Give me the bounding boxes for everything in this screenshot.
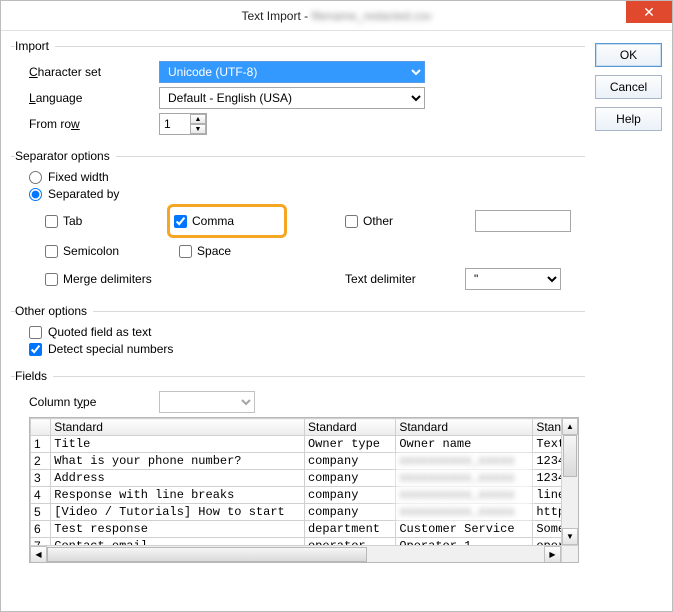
spin-down-icon[interactable]: ▼ bbox=[190, 124, 206, 134]
import-legend: Import bbox=[15, 39, 55, 53]
cell: company bbox=[304, 487, 395, 504]
cell: xxxxxxxxxx_xxxxx bbox=[396, 470, 533, 487]
import-group: Import CCharacter setharacter set Unicod… bbox=[11, 39, 585, 143]
cancel-button[interactable]: Cancel bbox=[595, 75, 662, 99]
cell: xxxxxxxxxx_xxxxx bbox=[396, 504, 533, 521]
row-number: 4 bbox=[31, 487, 51, 504]
language-combo[interactable]: Default - English (USA) bbox=[159, 87, 425, 109]
table-row[interactable]: 6Test responsedepartmentCustomer Service… bbox=[31, 521, 578, 538]
table-row[interactable]: 4Response with line breakscompanyxxxxxxx… bbox=[31, 487, 578, 504]
close-button[interactable]: ✕ bbox=[626, 1, 672, 23]
other-input[interactable] bbox=[475, 210, 571, 232]
fields-legend: Fields bbox=[15, 369, 53, 383]
cell: company bbox=[304, 504, 395, 521]
text-delimiter-label: Text delimiterText delimiter bbox=[345, 272, 465, 286]
comma-check[interactable] bbox=[174, 215, 187, 228]
scroll-left-icon[interactable]: ◀ bbox=[30, 546, 47, 563]
charset-combo[interactable]: Unicode (UTF-8) bbox=[159, 61, 425, 83]
table-row[interactable]: 3Addresscompanyxxxxxxxxxx_xxxxx1234 bbox=[31, 470, 578, 487]
scroll-corner bbox=[561, 546, 578, 563]
scroll-down-icon[interactable]: ▼ bbox=[562, 528, 578, 545]
window-title: Text Import - filename_redacted.csv bbox=[1, 9, 672, 23]
cell: company bbox=[304, 453, 395, 470]
cell: company bbox=[304, 470, 395, 487]
column-type-combo[interactable] bbox=[159, 391, 255, 413]
row-number: 5 bbox=[31, 504, 51, 521]
cell: Customer Service bbox=[396, 521, 533, 538]
quoted-check[interactable] bbox=[29, 326, 42, 339]
column-type-label: Column typeColumn type bbox=[29, 395, 159, 409]
other-group: Other options Quoted field as textQuoted… bbox=[11, 304, 585, 363]
other-label: OtherOther bbox=[363, 214, 393, 228]
cell: What is your phone number? bbox=[51, 453, 305, 470]
separator-legend: Separator options bbox=[15, 149, 116, 163]
cell: Title bbox=[51, 436, 305, 453]
titlebar: Text Import - filename_redacted.csv ✕ bbox=[1, 1, 672, 31]
vertical-scrollbar[interactable]: ▲ ▼ bbox=[561, 418, 578, 545]
detect-label: Detect special numbersDetect special num… bbox=[48, 342, 173, 356]
cell: Owner name bbox=[396, 436, 533, 453]
cell: Response with line breaks bbox=[51, 487, 305, 504]
cell: Test response bbox=[51, 521, 305, 538]
horizontal-scrollbar[interactable]: ◀ ▶ bbox=[30, 545, 578, 562]
table-row[interactable]: 1TitleOwner typeOwner nameText bbox=[31, 436, 578, 453]
preview-table[interactable]: Standard Standard Standard Stan 1TitleOw… bbox=[30, 418, 578, 555]
cell: department bbox=[304, 521, 395, 538]
cell: Address bbox=[51, 470, 305, 487]
cell: xxxxxxxxxx_xxxxx bbox=[396, 487, 533, 504]
close-icon: ✕ bbox=[643, 4, 655, 21]
tab-label: TabTab bbox=[63, 214, 82, 228]
table-row[interactable]: 5[Video / Tutorials] How to startcompany… bbox=[31, 504, 578, 521]
preview-table-wrap: Standard Standard Standard Stan 1TitleOw… bbox=[29, 417, 579, 563]
scroll-right-icon[interactable]: ▶ bbox=[544, 546, 561, 563]
hscroll-thumb[interactable] bbox=[47, 547, 367, 562]
fixed-width-radio[interactable] bbox=[29, 171, 42, 184]
quoted-label: Quoted field as textQuoted field as text bbox=[48, 325, 151, 339]
other-check[interactable] bbox=[345, 215, 358, 228]
text-delimiter-combo[interactable]: " bbox=[465, 268, 561, 290]
cell: [Video / Tutorials] How to start bbox=[51, 504, 305, 521]
row-number: 2 bbox=[31, 453, 51, 470]
fields-group: Fields Column typeColumn type Standard S… bbox=[11, 369, 585, 567]
comma-label: CommaComma bbox=[192, 214, 234, 228]
space-label: SpaceSpace bbox=[197, 244, 231, 258]
semicolon-label: SemicolonSemicolon bbox=[63, 244, 119, 258]
cell: Owner type bbox=[304, 436, 395, 453]
separator-group: Separator options Fixed widthFixed width… bbox=[11, 149, 585, 298]
spin-up-icon[interactable]: ▲ bbox=[190, 114, 206, 124]
table-row[interactable]: 2What is your phone number?companyxxxxxx… bbox=[31, 453, 578, 470]
col-header[interactable]: Standard bbox=[396, 419, 533, 436]
detect-check[interactable] bbox=[29, 343, 42, 356]
other-legend: Other options bbox=[15, 304, 93, 318]
fromrow-label: From rowFrom row bbox=[29, 117, 159, 131]
tab-check[interactable] bbox=[45, 215, 58, 228]
space-check[interactable] bbox=[179, 245, 192, 258]
cell: xxxxxxxxxx_xxxxx bbox=[396, 453, 533, 470]
row-number: 1 bbox=[31, 436, 51, 453]
ok-button[interactable]: OK bbox=[595, 43, 662, 67]
row-number: 6 bbox=[31, 521, 51, 538]
merge-label: Merge delimitersMerge delimiters bbox=[63, 272, 152, 286]
col-header[interactable]: Standard bbox=[304, 419, 395, 436]
corner-header bbox=[31, 419, 51, 436]
row-number: 3 bbox=[31, 470, 51, 487]
language-label: LanguageLanguage bbox=[29, 91, 159, 105]
fixed-width-label: Fixed widthFixed width bbox=[48, 170, 109, 184]
comma-highlight: CommaComma bbox=[167, 204, 287, 238]
charset-label: CCharacter setharacter set bbox=[29, 65, 159, 79]
vscroll-thumb[interactable] bbox=[563, 435, 577, 477]
col-header[interactable]: Standard bbox=[51, 419, 305, 436]
separated-by-radio[interactable] bbox=[29, 188, 42, 201]
separated-by-label: Separated bySeparated by bbox=[48, 187, 119, 201]
help-button[interactable]: HelpHelp bbox=[595, 107, 662, 131]
merge-check[interactable] bbox=[45, 273, 58, 286]
semicolon-check[interactable] bbox=[45, 245, 58, 258]
scroll-up-icon[interactable]: ▲ bbox=[562, 418, 578, 435]
